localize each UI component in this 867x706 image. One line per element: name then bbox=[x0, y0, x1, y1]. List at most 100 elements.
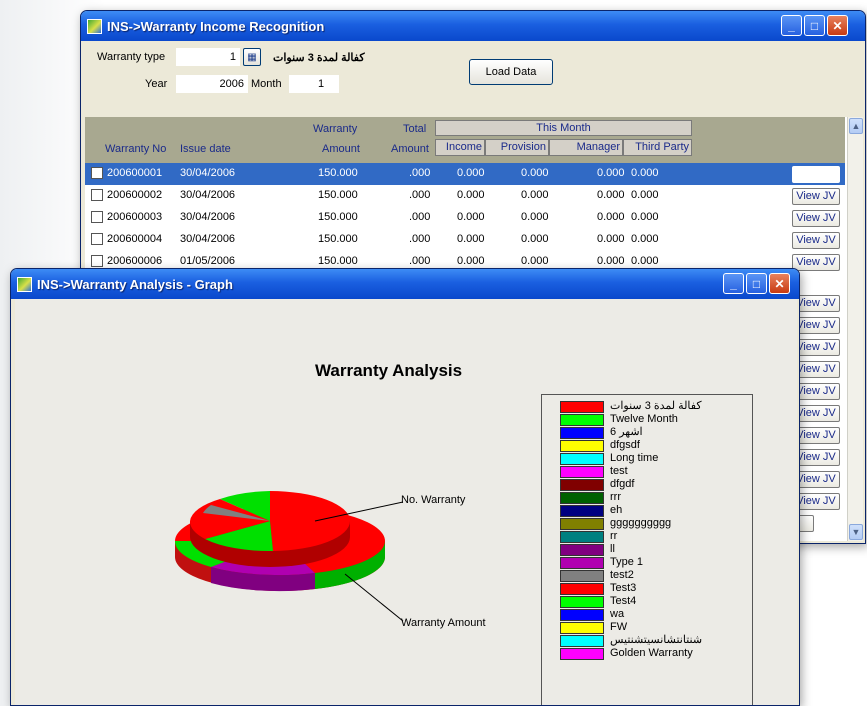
legend-swatch bbox=[560, 401, 604, 413]
title-bar[interactable]: INS->Warranty Income Recognition _ □ ✕ bbox=[81, 11, 865, 41]
cell-warranty-no: 200600004 bbox=[107, 233, 163, 245]
month-field[interactable]: 1 bbox=[289, 75, 339, 93]
title-bar[interactable]: INS->Warranty Analysis - Graph _ □ ✕ bbox=[11, 269, 799, 299]
legend-swatch bbox=[560, 492, 604, 504]
header-income: Income bbox=[435, 139, 485, 156]
row-checkbox[interactable] bbox=[91, 255, 103, 267]
close-button[interactable]: ✕ bbox=[827, 15, 848, 36]
cell-third-party: 0.000 bbox=[631, 233, 659, 245]
legend-swatch bbox=[560, 518, 604, 530]
grid-header: Warranty No Issue date Warranty Amount T… bbox=[85, 117, 845, 163]
cell-provision: 0.000 bbox=[521, 233, 549, 245]
close-button[interactable]: ✕ bbox=[769, 273, 790, 294]
window-title: INS->Warranty Income Recognition bbox=[107, 18, 325, 34]
legend-label: Twelve Month bbox=[610, 413, 678, 425]
legend-item: test2 bbox=[560, 569, 799, 583]
scroll-down-arrow[interactable]: ▼ bbox=[849, 524, 863, 540]
cell-amount: 150.000 bbox=[318, 167, 358, 179]
cell-issue-date: 30/04/2006 bbox=[180, 167, 236, 179]
warranty-analysis-graph-window: INS->Warranty Analysis - Graph _ □ ✕ War… bbox=[10, 268, 800, 706]
legend-swatch bbox=[560, 609, 604, 621]
lookup-button[interactable]: ▦ bbox=[243, 48, 261, 66]
cell-income: 0.000 bbox=[457, 255, 485, 267]
legend-label: dfgdf bbox=[610, 478, 635, 490]
legend-swatch bbox=[560, 466, 604, 478]
cell-total: .000 bbox=[409, 233, 431, 245]
legend-swatch bbox=[560, 622, 604, 634]
legend-item: شنتانتشانسيتشنتيس bbox=[560, 634, 799, 648]
legend-swatch bbox=[560, 531, 604, 543]
legend-item: rr bbox=[560, 530, 799, 544]
legend-item: test bbox=[560, 465, 799, 479]
warranty-type-field[interactable]: 1 bbox=[176, 48, 240, 66]
legend-swatch bbox=[560, 544, 604, 556]
cell-manager: 0.000 bbox=[597, 167, 625, 179]
table-row[interactable]: 200600004 30/04/2006 150.000 .000 0.000 … bbox=[85, 229, 845, 251]
table-row[interactable]: 200600002 30/04/2006 150.000 .000 0.000 … bbox=[85, 185, 845, 207]
minimize-button[interactable]: _ bbox=[781, 15, 802, 36]
header-issue-date: Issue date bbox=[180, 143, 231, 155]
table-row[interactable]: 200600001 30/04/2006 150.000 .000 0.000 … bbox=[85, 163, 845, 185]
year-field[interactable]: 2006 bbox=[176, 75, 248, 93]
pie-chart: No. Warranty Warranty Amount bbox=[174, 491, 486, 629]
legend-label: Test4 bbox=[610, 595, 637, 607]
view-jv-button[interactable]: View JV bbox=[792, 254, 840, 271]
legend-swatch bbox=[560, 440, 604, 452]
row-checkbox[interactable] bbox=[91, 189, 103, 201]
legend-item: dfgdf bbox=[560, 478, 799, 492]
cell-income: 0.000 bbox=[457, 211, 485, 223]
cell-issue-date: 01/05/2006 bbox=[180, 255, 236, 267]
legend-swatch bbox=[560, 648, 604, 660]
app-icon bbox=[17, 276, 32, 292]
header-warranty-amount-bottom: Amount bbox=[322, 143, 360, 155]
legend-item: 6 اشهر bbox=[560, 426, 799, 440]
legend-item: dfgsdf bbox=[560, 439, 799, 453]
legend-label: rr bbox=[610, 530, 618, 542]
legend-label: test2 bbox=[610, 569, 634, 581]
header-warranty-no: Warranty No bbox=[105, 143, 167, 155]
legend-label: Type 1 bbox=[610, 556, 644, 568]
table-row[interactable]: 200600003 30/04/2006 150.000 .000 0.000 … bbox=[85, 207, 845, 229]
window-title: INS->Warranty Analysis - Graph bbox=[37, 276, 233, 292]
legend-swatch bbox=[560, 414, 604, 426]
cell-total: .000 bbox=[409, 167, 431, 179]
warranty-type-name: كفالة لمدة 3 سنوات bbox=[273, 52, 365, 64]
legend-label: كفالة لمدة 3 سنوات bbox=[610, 400, 702, 412]
graph-canvas: Warranty Analysis No. Warranty Warranty … bbox=[15, 299, 799, 705]
maximize-button[interactable]: □ bbox=[804, 15, 825, 36]
legend-label: gggggggggg bbox=[610, 517, 672, 529]
maximize-button[interactable]: □ bbox=[746, 273, 767, 294]
view-jv-button[interactable]: View JV bbox=[792, 232, 840, 249]
cell-manager: 0.000 bbox=[597, 255, 625, 267]
cell-warranty-no: 200600001 bbox=[107, 167, 163, 179]
header-provision: Provision bbox=[485, 139, 549, 156]
row-checkbox[interactable] bbox=[91, 167, 103, 179]
cell-provision: 0.000 bbox=[521, 255, 549, 267]
legend-swatch bbox=[560, 596, 604, 608]
cell-warranty-no: 200600002 bbox=[107, 189, 163, 201]
minimize-button[interactable]: _ bbox=[723, 273, 744, 294]
header-third-party: Third Party bbox=[623, 139, 692, 156]
header-total-top: Total bbox=[403, 123, 427, 135]
row-checkbox[interactable] bbox=[91, 233, 103, 245]
view-jv-button[interactable] bbox=[792, 166, 840, 183]
cell-warranty-no: 200600003 bbox=[107, 211, 163, 223]
vertical-scrollbar[interactable]: ▲ ▼ bbox=[847, 117, 863, 541]
legend-swatch bbox=[560, 427, 604, 439]
cell-issue-date: 30/04/2006 bbox=[180, 189, 236, 201]
view-jv-button[interactable]: View JV bbox=[792, 210, 840, 227]
row-checkbox[interactable] bbox=[91, 211, 103, 223]
cell-total: .000 bbox=[409, 189, 431, 201]
load-data-button[interactable]: Load Data bbox=[469, 59, 553, 85]
header-this-month: This Month bbox=[435, 120, 692, 136]
header-total-bottom: Amount bbox=[391, 143, 429, 155]
scroll-up-arrow[interactable]: ▲ bbox=[849, 118, 863, 134]
legend-swatch bbox=[560, 479, 604, 491]
legend-swatch bbox=[560, 557, 604, 569]
cell-amount: 150.000 bbox=[318, 189, 358, 201]
legend-item: wa bbox=[560, 608, 799, 622]
cell-total: .000 bbox=[409, 255, 431, 267]
view-jv-button[interactable]: View JV bbox=[792, 188, 840, 205]
cell-issue-date: 30/04/2006 bbox=[180, 233, 236, 245]
cell-income: 0.000 bbox=[457, 189, 485, 201]
